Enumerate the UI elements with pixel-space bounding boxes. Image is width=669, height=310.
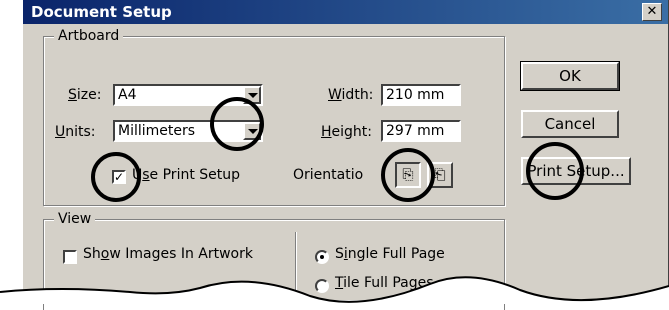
torn-edge [0,276,669,304]
